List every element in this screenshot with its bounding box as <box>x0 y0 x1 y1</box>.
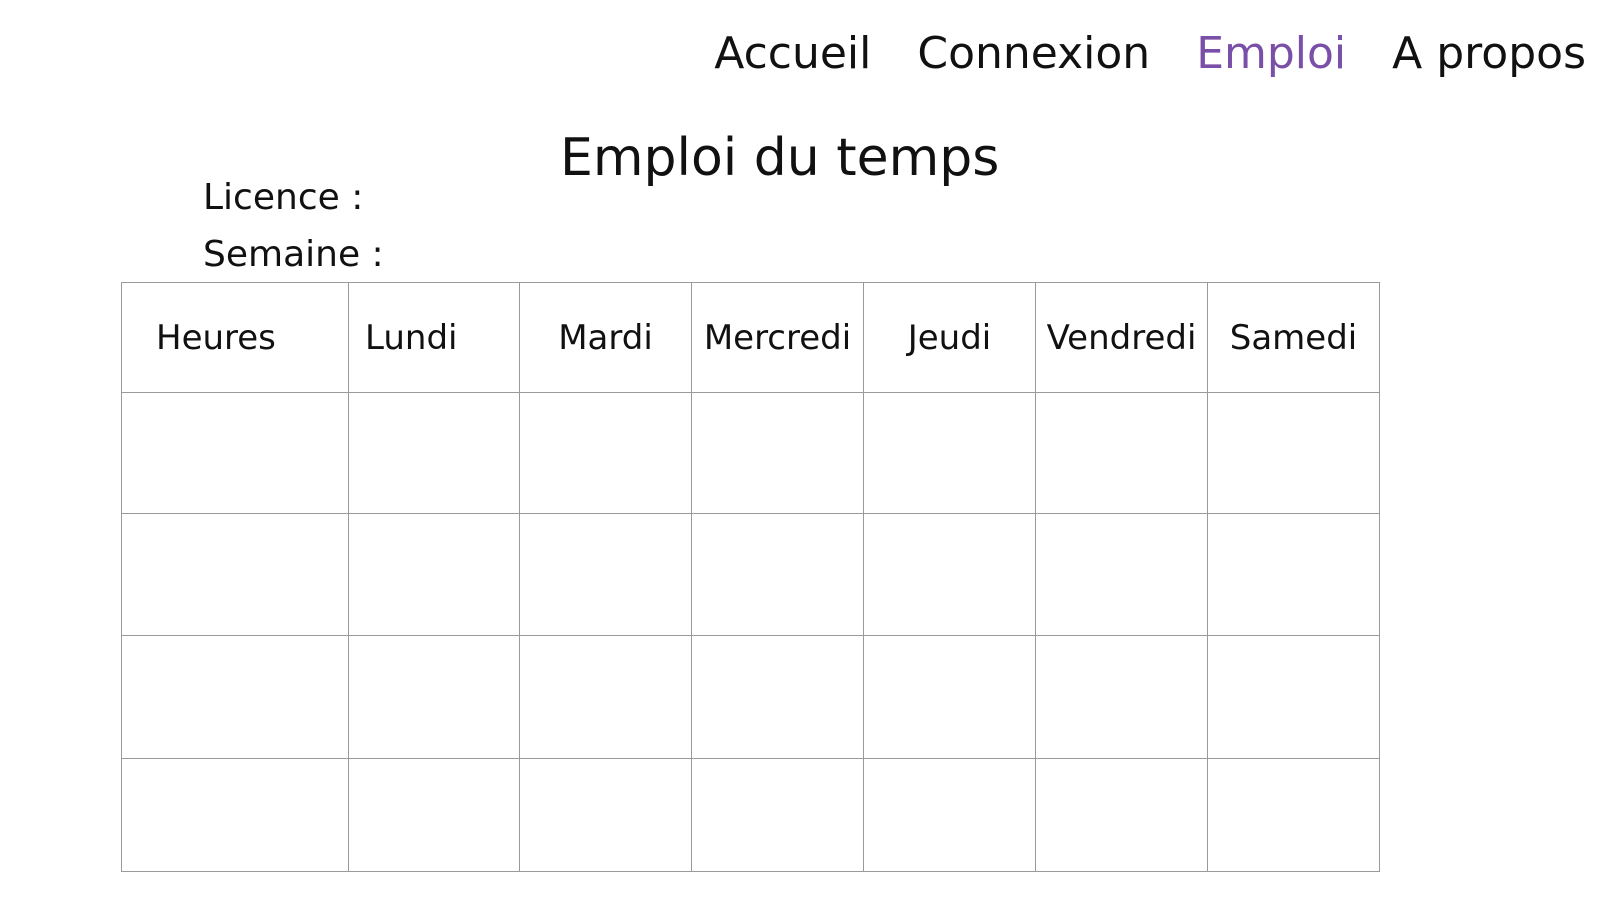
nav-link-a-propos[interactable]: A propos <box>1392 26 1586 82</box>
table-cell <box>348 635 520 759</box>
header-row: Heures Lundi Mardi Mercredi Jeudi Vendre… <box>121 282 1380 393</box>
table-cell <box>863 758 1036 872</box>
column-header-heures: Heures <box>121 282 349 393</box>
table-row <box>121 392 1380 514</box>
table-cell <box>691 635 864 759</box>
table-cell <box>1207 513 1380 636</box>
table-row <box>121 758 1380 872</box>
nav-link-connexion[interactable]: Connexion <box>917 26 1150 82</box>
column-header-vendredi: Vendredi <box>1035 282 1208 393</box>
table-cell <box>1207 392 1380 514</box>
main-nav: Accueil Connexion Emploi A propos <box>714 26 1586 82</box>
table-cell <box>519 635 692 759</box>
table-cell <box>348 513 520 636</box>
nav-link-accueil[interactable]: Accueil <box>714 26 871 82</box>
column-header-mercredi: Mercredi <box>691 282 864 393</box>
column-header-samedi: Samedi <box>1207 282 1380 393</box>
table-cell <box>121 513 349 636</box>
table-cell <box>863 392 1036 514</box>
table-cell <box>519 758 692 872</box>
table-row <box>121 635 1380 759</box>
table-cell <box>691 513 864 636</box>
table-cell <box>863 635 1036 759</box>
column-header-lundi: Lundi <box>348 282 520 393</box>
table-cell <box>1035 513 1208 636</box>
page-title: Emploi du temps <box>560 128 1000 188</box>
table-cell <box>121 758 349 872</box>
table-cell <box>519 513 692 636</box>
table-row <box>121 513 1380 636</box>
table-cell <box>1035 392 1208 514</box>
timetable-header: Heures Lundi Mardi Mercredi Jeudi Vendre… <box>121 282 1380 393</box>
timetable: Heures Lundi Mardi Mercredi Jeudi Vendre… <box>121 282 1380 872</box>
table-cell <box>121 392 349 514</box>
table-cell <box>1207 758 1380 872</box>
table-cell <box>121 635 349 759</box>
licence-label: Licence : <box>203 177 364 218</box>
semaine-label: Semaine : <box>203 234 384 275</box>
table-cell <box>1035 635 1208 759</box>
timetable-body <box>121 392 1380 872</box>
column-header-mardi: Mardi <box>519 282 692 393</box>
table-cell <box>691 392 864 514</box>
table-cell <box>1207 635 1380 759</box>
table-cell <box>691 758 864 872</box>
table-cell <box>348 758 520 872</box>
table-cell <box>1035 758 1208 872</box>
table-cell <box>519 392 692 514</box>
table-cell <box>863 513 1036 636</box>
table-cell <box>348 392 520 514</box>
nav-link-emploi[interactable]: Emploi <box>1196 26 1346 82</box>
column-header-jeudi: Jeudi <box>863 282 1036 393</box>
